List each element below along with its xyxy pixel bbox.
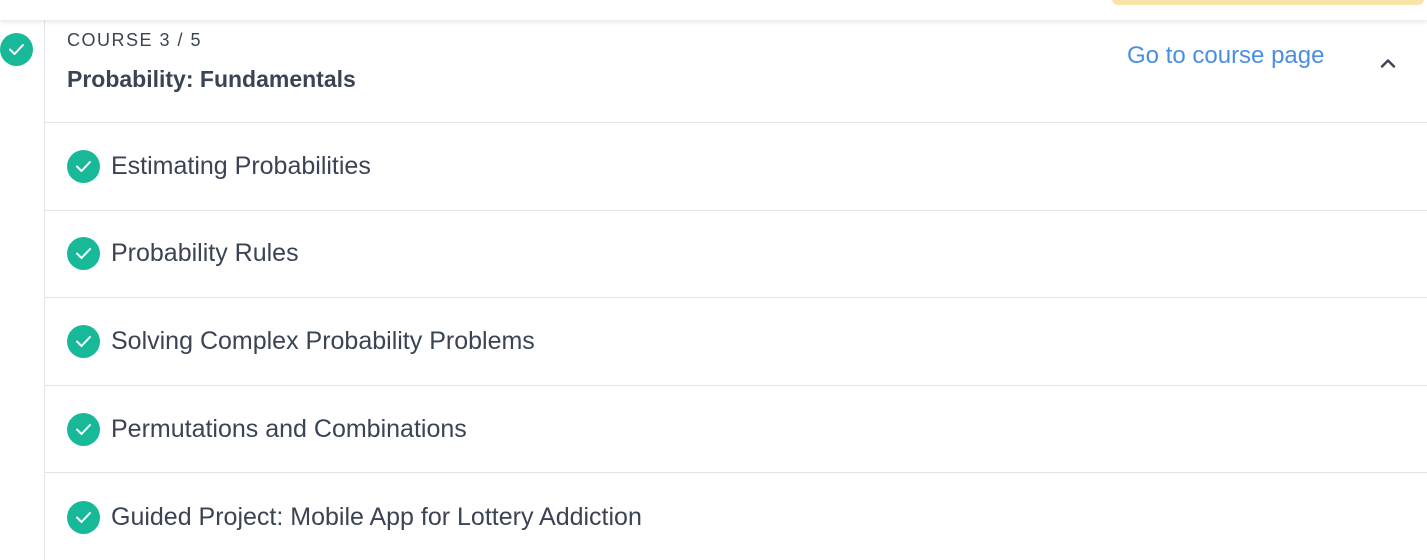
check-circle-icon [67, 237, 100, 271]
course-title: Probability: Fundamentals [67, 66, 356, 92]
top-banner-button[interactable] [1112, 0, 1424, 5]
lesson-label: Probability Rules [111, 239, 299, 268]
lesson-item[interactable]: Estimating Probabilities [45, 123, 1427, 211]
check-circle-icon [67, 500, 100, 534]
lesson-item[interactable]: Guided Project: Mobile App for Lottery A… [45, 473, 1427, 560]
course-counter: COURSE 3 / 5 [67, 30, 203, 50]
collapse-toggle-button[interactable] [1375, 50, 1401, 76]
check-circle-icon [67, 324, 100, 358]
lesson-list: Estimating Probabilities Probability Rul… [45, 123, 1427, 560]
check-circle-icon [67, 412, 100, 446]
lesson-label: Solving Complex Probability Problems [111, 326, 535, 355]
lesson-item[interactable]: Permutations and Combinations [45, 386, 1427, 474]
course-card: COURSE 3 / 5 Probability: Fundamentals G… [44, 20, 1427, 560]
lesson-label: Guided Project: Mobile App for Lottery A… [111, 502, 642, 531]
chevron-up-icon [1380, 59, 1396, 68]
course-card-header[interactable]: COURSE 3 / 5 Probability: Fundamentals G… [45, 20, 1427, 123]
lesson-label: Permutations and Combinations [111, 414, 467, 443]
course-complete-check-icon [0, 33, 33, 66]
lesson-item[interactable]: Solving Complex Probability Problems [45, 298, 1427, 386]
lesson-item[interactable]: Probability Rules [45, 211, 1427, 299]
check-circle-icon [67, 149, 100, 183]
top-header-bar [0, 0, 1427, 20]
go-to-course-page-link[interactable]: Go to course page [1127, 42, 1324, 70]
lesson-label: Estimating Probabilities [111, 151, 371, 180]
